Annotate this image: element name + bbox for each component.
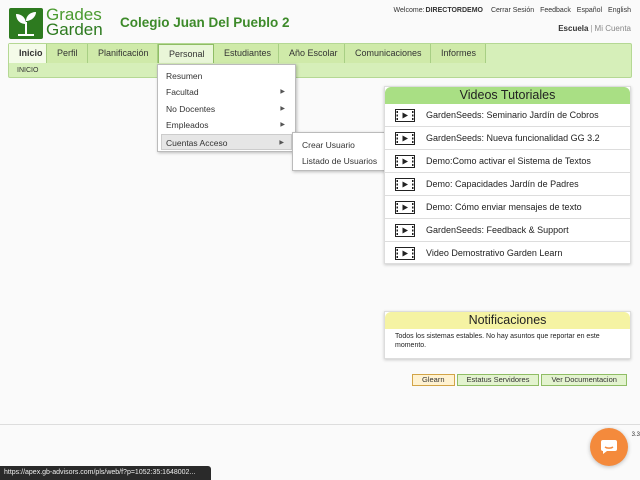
submenu-arrow-icon: ▶ [280, 122, 285, 129]
submenu-arrow-icon: ▶ [280, 105, 285, 112]
tab-personal[interactable]: Personal [158, 44, 214, 63]
glearn-button[interactable]: Glearn [412, 374, 455, 386]
chat-icon [601, 440, 617, 454]
tab-perfil[interactable]: Perfil [47, 44, 88, 63]
action-buttons: Glearn Estatus Servidores Ver Documentac… [410, 374, 627, 386]
video-item[interactable]: Demo:Como activar el Sistema de Textos [385, 150, 630, 173]
tab-estudiantes[interactable]: Estudiantes [214, 44, 279, 63]
menu-item-resumen[interactable]: Resumen [158, 68, 295, 84]
video-item[interactable]: Video Demostrativo Garden Learn [385, 242, 630, 265]
menu-item-label: Cuentas Acceso [166, 137, 228, 148]
browser-status-url: https://apex.gb-advisors.com/pls/web/f?p… [0, 466, 211, 480]
videos-panel-title: Videos Tutoriales [385, 87, 630, 104]
video-title: Demo: Cómo enviar mensajes de texto [426, 202, 582, 212]
cuentas-acceso-submenu: Crear Usuario Listado de Usuarios [292, 132, 391, 171]
tab-comunicaciones[interactable]: Comunicaciones [345, 44, 431, 63]
main-navbar: Inicio Perfil Planificación Personal Est… [8, 43, 632, 78]
nav-tabs: Inicio Perfil Planificación Personal Est… [9, 44, 486, 63]
tab-ano-escolar[interactable]: Año Escolar [279, 44, 345, 63]
video-icon [395, 109, 415, 122]
submenu-arrow-icon: ▶ [280, 89, 285, 96]
breadcrumb[interactable]: INICIO [17, 67, 38, 74]
video-title: GardenSeeds: Nueva funcionalidad GG 3.2 [426, 133, 600, 143]
server-status-button[interactable]: Estatus Servidores [456, 374, 540, 386]
menu-item-listado-usuarios[interactable]: Listado de Usuarios [293, 153, 390, 169]
notifications-title: Notificaciones [385, 312, 630, 329]
logo-leaf-icon [9, 8, 43, 39]
video-title: GardenSeeds: Feedback & Support [426, 225, 569, 235]
menu-item-facultad[interactable]: Facultad ▶ [158, 84, 295, 100]
menu-item-no-docentes[interactable]: No Docentes ▶ [158, 101, 295, 117]
english-link[interactable]: English [608, 7, 631, 14]
menu-item-crear-usuario[interactable]: Crear Usuario [293, 137, 390, 153]
video-item[interactable]: GardenSeeds: Feedback & Support [385, 219, 630, 242]
username: DIRECTORDEMO [425, 7, 483, 14]
video-icon [395, 201, 415, 214]
feedback-link[interactable]: Feedback [540, 7, 571, 14]
video-item[interactable]: GardenSeeds: Seminario Jardín de Cobros [385, 104, 630, 127]
tab-planificacion[interactable]: Planificación [88, 44, 158, 63]
scope-mi-cuenta[interactable]: Mi Cuenta [595, 24, 631, 33]
video-icon [395, 155, 415, 168]
video-title: Video Demostrativo Garden Learn [426, 248, 563, 258]
notifications-text: Todos los sistemas estables. No hay asun… [395, 333, 600, 349]
video-item[interactable]: Demo: Cómo enviar mensajes de texto [385, 196, 630, 219]
videos-panel: Videos Tutoriales GardenSeeds: Seminario… [384, 86, 631, 264]
school-name: Colegio Juan Del Pueblo 2 [120, 15, 290, 30]
menu-item-label: Facultad [166, 87, 199, 98]
view-docs-button[interactable]: Ver Documentacion [541, 374, 627, 386]
footer-divider [0, 424, 640, 425]
tab-informes[interactable]: Informes [431, 44, 486, 63]
video-icon [395, 224, 415, 237]
scope-escuela[interactable]: Escuela [558, 24, 588, 33]
notifications-panel: Notificaciones Todos los sistemas establ… [384, 311, 631, 359]
spanish-link[interactable]: Español [577, 7, 602, 14]
logout-link[interactable]: Cerrar Sesión [491, 7, 534, 14]
menu-item-label: Empleados [166, 120, 209, 131]
submenu-arrow-icon: ▶ [279, 139, 284, 146]
video-icon [395, 132, 415, 145]
version-label: 3.3 [631, 432, 640, 438]
menu-item-empleados[interactable]: Empleados ▶ [158, 117, 295, 133]
menu-item-label: No Docentes [166, 103, 216, 114]
logo-line-2: Garden [46, 20, 103, 39]
top-links: Welcome:DIRECTORDEMO Cerrar Sesión Feedb… [389, 7, 631, 14]
video-icon [395, 178, 415, 191]
menu-item-label: Resumen [166, 71, 203, 81]
video-item[interactable]: Demo: Capacidades Jardín de Padres [385, 173, 630, 196]
scope-separator: | [590, 24, 593, 33]
video-item[interactable]: GardenSeeds: Nueva funcionalidad GG 3.2 [385, 127, 630, 150]
welcome-label: Welcome: [393, 7, 425, 14]
personal-menu: Resumen Facultad ▶ No Docentes ▶ Empleados… [157, 64, 296, 152]
video-title: Demo: Capacidades Jardín de Padres [426, 179, 579, 189]
chat-button[interactable] [590, 428, 628, 466]
menu-item-cuentas-acceso[interactable]: Cuentas Acceso ▶ [161, 133, 292, 150]
video-title: GardenSeeds: Seminario Jardín de Cobros [426, 110, 599, 120]
logo-text: Grades Garden [46, 6, 103, 39]
video-icon [395, 247, 415, 260]
tab-inicio[interactable]: Inicio [9, 44, 47, 63]
grades-garden-logo[interactable]: Grades Garden [9, 6, 109, 40]
scope-switcher: Escuela | Mi Cuenta [558, 24, 631, 33]
video-title: Demo:Como activar el Sistema de Textos [426, 156, 591, 166]
